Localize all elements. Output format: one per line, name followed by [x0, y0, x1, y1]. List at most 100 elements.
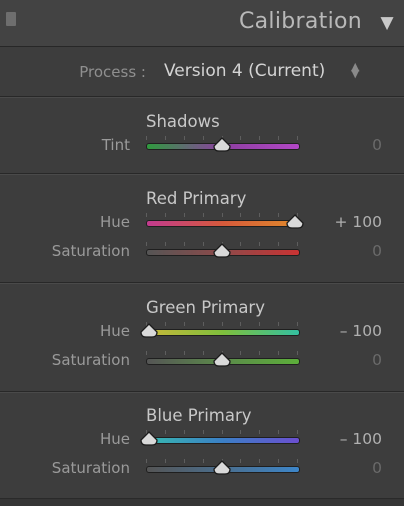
- slider-tick: [278, 430, 279, 434]
- slider-label: Saturation: [51, 242, 130, 260]
- slider-tick: [203, 322, 204, 326]
- slider-tick: [259, 213, 260, 217]
- slider-ticks: [146, 430, 298, 434]
- panel-bottom-edge: [0, 498, 404, 506]
- slider-tick: [184, 213, 185, 217]
- slider-label: Tint: [101, 136, 130, 154]
- slider-tick: [165, 459, 166, 463]
- slider-tick: [259, 322, 260, 326]
- slider-tick: [184, 351, 185, 355]
- slider-tick: [240, 136, 241, 140]
- slider-value[interactable]: 0: [372, 136, 382, 154]
- slider-track[interactable]: [146, 220, 300, 227]
- process-row: Process : Version 4 (Current) ▲ ▼: [14, 47, 404, 96]
- slider-tick: [297, 136, 298, 140]
- slider-tick: [203, 351, 204, 355]
- slider-tick: [222, 430, 223, 434]
- slider-tick: [278, 136, 279, 140]
- slider-tick: [297, 351, 298, 355]
- slider-tick: [278, 242, 279, 246]
- slider-tick: [297, 322, 298, 326]
- slider-tick: [184, 136, 185, 140]
- slider-thumb-icon[interactable]: [139, 323, 159, 338]
- slider-tick: [259, 430, 260, 434]
- slider-tick: [146, 213, 147, 217]
- slider-tick: [184, 459, 185, 463]
- slider-tick: [146, 136, 147, 140]
- divider: [0, 96, 404, 98]
- slider-tick: [240, 213, 241, 217]
- slider-ticks: [146, 213, 298, 217]
- slider-label: Saturation: [51, 351, 130, 369]
- slider-tick: [240, 351, 241, 355]
- slider-tick: [203, 242, 204, 246]
- slider-tick: [278, 459, 279, 463]
- calibration-panel: Calibration ▼ Process : Version 4 (Curre…: [0, 0, 404, 506]
- slider-tick: [184, 242, 185, 246]
- triangle-down-icon[interactable]: ▼: [376, 12, 398, 34]
- collapse-square-icon[interactable]: [6, 12, 16, 26]
- section-divider: [0, 173, 404, 175]
- process-version-select[interactable]: Version 4 (Current): [164, 61, 325, 81]
- slider-tick: [165, 351, 166, 355]
- slider-tick: [278, 322, 279, 326]
- slider-thumb-icon[interactable]: [285, 214, 305, 229]
- slider-tick: [165, 430, 166, 434]
- slider-thumb-icon[interactable]: [212, 460, 232, 475]
- slider-value[interactable]: – 100: [340, 322, 382, 340]
- section-title: Shadows: [146, 112, 220, 131]
- slider-tick: [297, 459, 298, 463]
- slider-tick: [278, 213, 279, 217]
- section-divider: [0, 282, 404, 284]
- slider-tick: [146, 242, 147, 246]
- panel-title[interactable]: Calibration: [239, 9, 362, 34]
- panel-header[interactable]: Calibration ▼: [0, 0, 404, 47]
- slider-tick: [222, 213, 223, 217]
- slider-track[interactable]: [146, 329, 300, 336]
- slider-tick: [203, 430, 204, 434]
- slider-tick: [165, 242, 166, 246]
- slider-tick: [240, 430, 241, 434]
- slider-tick: [297, 242, 298, 246]
- process-label: Process :: [79, 63, 146, 81]
- slider-value[interactable]: 0: [372, 351, 382, 369]
- slider-tick: [203, 136, 204, 140]
- slider-tick: [146, 459, 147, 463]
- slider-tick: [259, 459, 260, 463]
- slider-tick: [203, 459, 204, 463]
- slider-value[interactable]: + 100: [335, 213, 383, 231]
- slider-value[interactable]: – 100: [340, 430, 382, 448]
- section-title: Green Primary: [146, 298, 265, 317]
- slider-tick: [259, 351, 260, 355]
- slider-thumb-icon[interactable]: [212, 352, 232, 367]
- slider-tick: [165, 136, 166, 140]
- slider-tick: [259, 242, 260, 246]
- slider-tick: [278, 351, 279, 355]
- section-title: Blue Primary: [146, 406, 252, 425]
- slider-tick: [165, 213, 166, 217]
- slider-thumb-icon[interactable]: [212, 137, 232, 152]
- slider-tick: [165, 322, 166, 326]
- slider-thumb-icon[interactable]: [139, 431, 159, 446]
- slider-tick: [184, 430, 185, 434]
- slider-tick: [146, 351, 147, 355]
- slider-tick: [240, 459, 241, 463]
- slider-value[interactable]: 0: [372, 242, 382, 260]
- slider-ticks: [146, 322, 298, 326]
- section-title: Red Primary: [146, 189, 247, 208]
- slider-label: Saturation: [51, 459, 130, 477]
- slider-tick: [203, 213, 204, 217]
- slider-track[interactable]: [146, 437, 300, 444]
- slider-tick: [240, 242, 241, 246]
- slider-label: Hue: [99, 322, 130, 340]
- slider-tick: [297, 430, 298, 434]
- slider-tick: [240, 322, 241, 326]
- up-down-stepper-icon[interactable]: ▲ ▼: [351, 61, 359, 79]
- slider-label: Hue: [99, 213, 130, 231]
- slider-tick: [184, 322, 185, 326]
- slider-label: Hue: [99, 430, 130, 448]
- section-divider: [0, 391, 404, 393]
- slider-thumb-icon[interactable]: [212, 243, 232, 258]
- slider-value[interactable]: 0: [372, 459, 382, 477]
- slider-tick: [259, 136, 260, 140]
